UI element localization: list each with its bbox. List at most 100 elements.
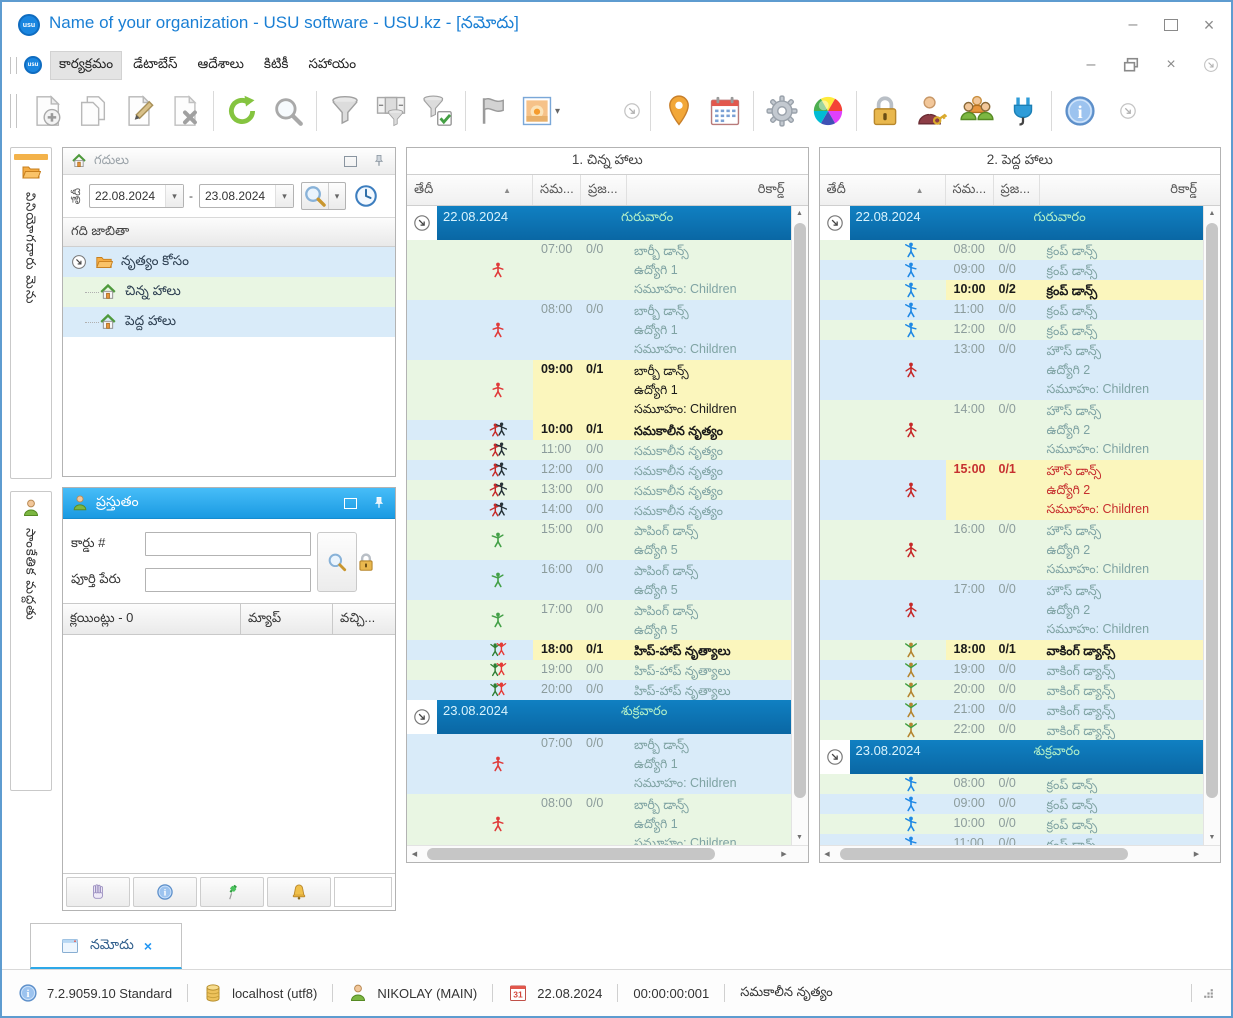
scrollbar-thumb[interactable] <box>793 223 806 798</box>
client-search-button[interactable] <box>317 532 357 592</box>
schedule-row[interactable]: 07:00 0/0 బార్బీ డాన్స్ ఉద్యోగి 1 సమూహం: Chi… <box>407 734 791 794</box>
schedule-date-row[interactable]: 23.08.2024 శుక్రవారం <box>819 740 1203 774</box>
pushpin-green-button[interactable] <box>200 877 264 907</box>
refresh-button[interactable] <box>219 88 265 134</box>
schedule-row[interactable]: 08:00 0/0 క్రంప్ డాన్స్ <box>819 240 1203 260</box>
scroll-right-icon[interactable]: ▶ <box>777 850 792 858</box>
column-record[interactable]: రికార్డ్ <box>627 175 792 205</box>
full-name-input[interactable] <box>145 568 311 592</box>
schedule-row[interactable]: 16:00 0/0 పాపింగ్ డాన్స్ ఉద్యోగి 5 <box>407 560 791 600</box>
schedule-row[interactable]: 19:00 0/0 వాకింగ్ డ్యాన్స్ <box>819 660 1203 680</box>
mdi-restore-button[interactable] <box>1123 57 1139 73</box>
filter-button[interactable] <box>322 88 368 134</box>
schedule-row[interactable]: 09:00 0/0 క్రంప్ డాన్స్ <box>819 794 1203 814</box>
schedule-row[interactable]: 14:00 0/0 హౌస్ డాన్స్ ఉద్యోగి 2 సమూహం: Child… <box>819 400 1203 460</box>
menu-item-4[interactable]: సహాయం <box>299 51 365 80</box>
schedule-row[interactable]: 08:00 0/0 క్రంప్ డాన్స్ <box>819 774 1203 794</box>
scroll-left-icon[interactable]: ◀ <box>407 850 422 858</box>
user-groups-button[interactable] <box>954 88 1000 134</box>
schedule-row[interactable]: 22:00 0/0 వాకింగ్ డ్యాన్స్ <box>819 720 1203 740</box>
filter-columns-button[interactable] <box>368 88 414 134</box>
schedule-row[interactable]: 12:00 0/0 సమకాలీన నృత్యం <box>407 460 791 480</box>
schedule-row[interactable]: 16:00 0/0 హౌస్ డాన్స్ ఉద్యోగి 2 సమూహం: Child… <box>819 520 1203 580</box>
schedule-row[interactable]: 17:00 0/0 హౌస్ డాన్స్ ఉద్యోగి 2 సమూహం: Child… <box>819 580 1203 640</box>
schedule-row[interactable]: 11:00 0/0 క్రంప్ డాన్స్ <box>819 834 1203 845</box>
user-key-button[interactable] <box>908 88 954 134</box>
chevron-down-icon[interactable]: ▾ <box>328 183 345 209</box>
schedule-date-row[interactable]: 22.08.2024 గురువారం <box>407 206 791 240</box>
schedule-row[interactable]: 14:00 0/0 సమకాలీన నృత్యం <box>407 500 791 520</box>
clock-button[interactable] <box>353 183 379 209</box>
delete-record-button[interactable] <box>162 88 208 134</box>
side-tab-1[interactable]: సాంకేతిక మద్దతు <box>10 491 52 791</box>
toolbar-grip2[interactable] <box>10 94 17 128</box>
vertical-scrollbar[interactable]: ▲ ▼ <box>790 206 808 845</box>
clients-column-header-2[interactable]: వచ్చి... <box>333 604 395 634</box>
column-people[interactable]: ప్రజ... <box>994 175 1040 205</box>
search-icon[interactable] <box>302 183 328 209</box>
side-tab-0[interactable]: వినియోగదారు మెను <box>10 147 52 479</box>
column-time[interactable]: సమ... <box>946 175 994 205</box>
search-split-button[interactable]: ▾ <box>301 182 346 210</box>
schedule-row[interactable]: 17:00 0/0 పాపింగ్ డాన్స్ ఉద్యోగి 5 <box>407 600 791 640</box>
chevron-down-icon[interactable]: ▾ <box>555 106 560 117</box>
schedule-row[interactable]: 10:00 0/2 క్రంప్ డాన్స్ <box>819 280 1203 300</box>
color-wheel-button[interactable] <box>805 88 851 134</box>
menu-item-2[interactable]: ఆదేశాలు <box>188 51 252 80</box>
tree-item-1[interactable]: చిన్న హాలు <box>63 277 395 307</box>
card-number-input[interactable] <box>145 532 311 556</box>
menu-item-3[interactable]: కిటికీ <box>255 51 298 80</box>
schedule-row[interactable]: 09:00 0/0 క్రంప్ డాన్స్ <box>819 260 1203 280</box>
menu-item-0[interactable]: కార్యక్రమం <box>50 50 123 80</box>
scrollbar-thumb[interactable] <box>1206 223 1218 798</box>
scroll-up-icon[interactable]: ▲ <box>792 206 808 221</box>
panel-pin-icon[interactable] <box>371 495 387 511</box>
overflow-button[interactable] <box>619 88 645 134</box>
maximize-button[interactable] <box>1163 17 1179 33</box>
lock-icon[interactable] <box>355 551 377 573</box>
schedule-row[interactable]: 15:00 0/1 హౌస్ డాన్స్ ఉద్యోగి 2 సమూహం: Child… <box>819 460 1203 520</box>
date-from-select[interactable]: 22.08.2024 ▾ <box>89 184 184 208</box>
schedule-row[interactable]: 10:00 0/0 క్రంప్ డాన్స్ <box>819 814 1203 834</box>
clients-column-header-0[interactable]: క్లయింట్లు - 0 <box>63 604 241 634</box>
column-date[interactable]: తేదీ ▲ <box>407 175 533 205</box>
column-time[interactable]: సమ... <box>533 175 581 205</box>
expander-icon[interactable] <box>826 748 844 766</box>
column-record[interactable]: రికార్డ్ <box>1040 175 1205 205</box>
schedule-row[interactable]: 13:00 0/0 సమకాలీన నృత్యం <box>407 480 791 500</box>
filter-confirm-button[interactable] <box>414 88 460 134</box>
horizontal-scrollbar[interactable]: ◀ ▶ <box>819 845 1220 862</box>
tree-item-0[interactable]: నృత్యం కోసం <box>63 247 395 277</box>
tab-close-icon[interactable]: × <box>144 938 152 954</box>
mdi-overflow-icon[interactable] <box>1203 57 1219 73</box>
scrollbar-thumb[interactable] <box>839 848 1128 860</box>
schedule-row[interactable]: 19:00 0/0 హిప్-హాప్ నృత్యాలు <box>407 660 791 680</box>
schedule-row[interactable]: 18:00 0/1 హిప్-హాప్ నృత్యాలు <box>407 640 791 660</box>
tab-registration[interactable]: నమోదు × <box>30 923 182 969</box>
schedule-row[interactable]: 07:00 0/0 బార్బీ డాన్స్ ఉద్యోగి 1 సమూహం: Chi… <box>407 240 791 300</box>
expander-icon[interactable] <box>826 214 844 232</box>
info-circle-button[interactable]: i <box>133 877 197 907</box>
panel-minimize-icon[interactable] <box>344 497 357 509</box>
schedule-row[interactable]: 09:00 0/1 బార్బీ డాన్స్ ఉద్యోగి 1 సమూహం: Chi… <box>407 360 791 420</box>
settings-gear-button[interactable] <box>759 88 805 134</box>
scroll-up-icon[interactable]: ▲ <box>1204 206 1220 221</box>
scrollbar-thumb[interactable] <box>427 848 716 860</box>
flag-button[interactable] <box>471 88 517 134</box>
edit-record-button[interactable] <box>116 88 162 134</box>
close-button[interactable]: × <box>1201 15 1217 35</box>
schedule-row[interactable]: 11:00 0/0 సమకాలీన నృత్యం <box>407 440 791 460</box>
panel-pin-icon[interactable] <box>371 153 387 169</box>
schedule-row[interactable]: 20:00 0/0 హిప్-హాప్ నృత్యాలు <box>407 680 791 700</box>
mdi-minimize-button[interactable]: – <box>1083 56 1099 73</box>
scroll-left-icon[interactable]: ◀ <box>820 850 835 858</box>
tree-item-2[interactable]: పెద్ద హాలు <box>63 307 395 337</box>
bell-button[interactable] <box>267 877 331 907</box>
copy-record-button[interactable] <box>70 88 116 134</box>
column-date[interactable]: తేదీ ▲ <box>820 175 946 205</box>
info-circle-button[interactable]: i <box>1057 88 1103 134</box>
chevron-down-icon[interactable]: ▾ <box>275 185 293 207</box>
search-button[interactable] <box>265 88 311 134</box>
expander-icon[interactable] <box>71 254 87 270</box>
schedule-row[interactable]: 08:00 0/0 బార్బీ డాన్స్ ఉద్యోగి 1 సమూహం: Chi… <box>407 794 791 845</box>
